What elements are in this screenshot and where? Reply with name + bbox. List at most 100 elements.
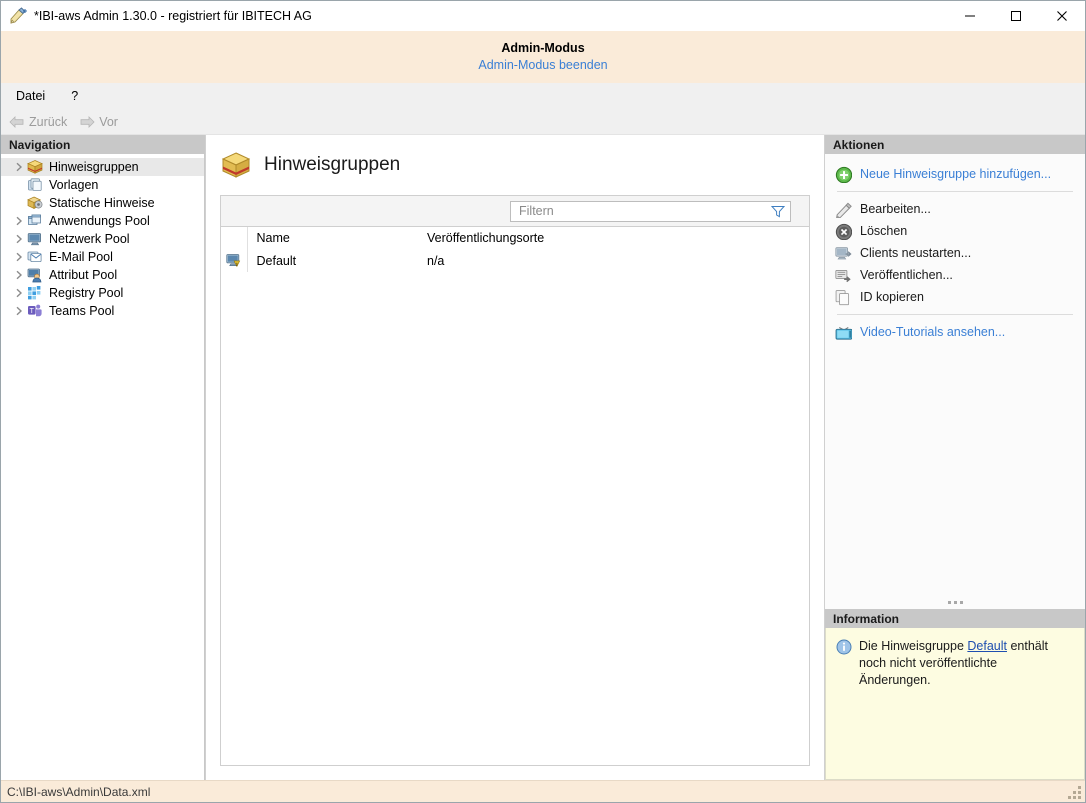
action-label: Bearbeiten... — [860, 202, 931, 216]
title-bar: *IBI-aws Admin 1.30.0 - registriert für … — [1, 1, 1085, 31]
row-name: Default — [247, 249, 419, 272]
panel-splitter[interactable] — [825, 595, 1085, 609]
navigation-tree: Hinweisgruppen Vorlagen Statische Hinwei… — [1, 154, 205, 780]
table-container: Name Veröffentlichungsorte Defaultn/a — [220, 195, 810, 766]
sidebar-item-label: Statische Hinweise — [49, 196, 155, 210]
close-button[interactable] — [1039, 1, 1085, 31]
action-ver-ffentlichen[interactable]: Veröffentlichen... — [835, 264, 1075, 286]
sidebar-item-label: Anwendungs Pool — [49, 214, 150, 228]
back-button-label: Zurück — [29, 115, 67, 129]
table-body: Defaultn/a — [221, 249, 809, 272]
funnel-icon[interactable] — [771, 205, 785, 218]
right-panel: Aktionen Neue Hinweisgruppe hinzufügen..… — [825, 135, 1085, 780]
sidebar-item-label: Registry Pool — [49, 286, 123, 300]
row-icon-cell — [221, 249, 247, 272]
action-neue-hinweisgruppe-hinzuf-gen[interactable]: Neue Hinweisgruppe hinzufügen... — [835, 163, 1075, 185]
sidebar-item-anwendungs-pool[interactable]: Anwendungs Pool — [1, 212, 204, 230]
filter-bar — [221, 196, 809, 227]
information-text: Die Hinweisgruppe Default enthält noch n… — [859, 638, 1072, 689]
action-id-kopieren[interactable]: ID kopieren — [835, 286, 1075, 308]
sidebar-item-netzwerk-pool[interactable]: Netzwerk Pool — [1, 230, 204, 248]
actions-separator — [837, 314, 1073, 315]
chevron-right-icon[interactable] — [11, 252, 27, 262]
svg-text:T: T — [30, 308, 35, 315]
chevron-right-icon[interactable] — [11, 306, 27, 316]
action-bearbeiten[interactable]: Bearbeiten... — [835, 198, 1075, 220]
action-label: Clients neustarten... — [860, 246, 971, 260]
action-l-schen[interactable]: Löschen — [835, 220, 1075, 242]
copy-icon — [835, 289, 852, 306]
chevron-right-icon[interactable] — [11, 234, 27, 244]
status-path: C:\IBI-aws\Admin\Data.xml — [7, 785, 150, 799]
sidebar-item-label: Teams Pool — [49, 304, 114, 318]
page-header: Hinweisgruppen — [206, 135, 824, 195]
forward-button[interactable]: Vor — [79, 115, 118, 129]
sidebar-item-label: Hinweisgruppen — [49, 160, 139, 174]
sidebar-item-e-mail-pool[interactable]: E-Mail Pool — [1, 248, 204, 266]
package-gear-icon — [27, 195, 44, 211]
table-head: Name Veröffentlichungsorte — [221, 227, 809, 249]
sidebar-item-label: Attribut Pool — [49, 268, 117, 282]
menu-item-help[interactable]: ? — [68, 87, 81, 105]
monitor-icon — [27, 231, 44, 247]
hinweisgruppen-table: Name Veröffentlichungsorte Defaultn/a — [221, 227, 809, 272]
navigation-header: Navigation — [1, 135, 205, 154]
sidebar-item-teams-pool[interactable]: T Teams Pool — [1, 302, 204, 320]
chevron-right-icon[interactable] — [11, 162, 27, 172]
actions-separator — [837, 191, 1073, 192]
user-monitor-icon — [27, 267, 44, 283]
page-title: Hinweisgruppen — [264, 154, 400, 176]
envelope-icon — [27, 249, 44, 265]
back-button[interactable]: Zurück — [9, 115, 67, 129]
action-label: Neue Hinweisgruppe hinzufügen... — [860, 167, 1051, 181]
minimize-button[interactable] — [947, 1, 993, 31]
restart-clients-icon — [835, 245, 852, 262]
action-clients-neustarten[interactable]: Clients neustarten... — [835, 242, 1075, 264]
filter-input[interactable] — [519, 204, 771, 218]
sidebar-item-vorlagen[interactable]: Vorlagen — [1, 176, 204, 194]
app-window: *IBI-aws Admin 1.30.0 - registriert für … — [0, 0, 1086, 803]
sidebar-item-attribut-pool[interactable]: Attribut Pool — [1, 266, 204, 284]
resize-grip[interactable] — [1067, 787, 1081, 799]
windows-icon — [27, 213, 44, 229]
teams-icon: T — [27, 303, 44, 319]
information-default-link[interactable]: Default — [967, 639, 1007, 653]
grid-blocks-icon — [27, 285, 44, 301]
action-label: Veröffentlichen... — [860, 268, 953, 282]
chevron-right-icon[interactable] — [11, 216, 27, 226]
column-header-places[interactable]: Veröffentlichungsorte — [419, 227, 809, 249]
main-body: Navigation Hinweisgruppen Vorlagen Stati… — [1, 135, 1085, 780]
monitor-warning-icon — [226, 253, 242, 268]
pencil-sparkle-icon — [8, 6, 28, 26]
table-header-row: Name Veröffentlichungsorte — [221, 227, 809, 249]
action-video-tutorials-ansehen[interactable]: Video-Tutorials ansehen... — [835, 321, 1075, 343]
sidebar-item-registry-pool[interactable]: Registry Pool — [1, 284, 204, 302]
column-header-icon — [221, 227, 247, 249]
menu-item-datei[interactable]: Datei — [13, 87, 48, 105]
information-text-before: Die Hinweisgruppe — [859, 639, 967, 653]
sidebar-item-label: E-Mail Pool — [49, 250, 113, 264]
sidebar-item-statische-hinweise[interactable]: Statische Hinweise — [1, 194, 204, 212]
package-icon — [220, 149, 252, 181]
sidebar-item-hinweisgruppen[interactable]: Hinweisgruppen — [1, 158, 204, 176]
plus-circle-green-icon — [835, 166, 852, 183]
table-row[interactable]: Defaultn/a — [221, 249, 809, 272]
filter-box[interactable] — [510, 201, 791, 222]
window-title: *IBI-aws Admin 1.30.0 - registriert für … — [34, 9, 312, 23]
pencil-icon — [835, 201, 852, 218]
menu-bar: Datei ? — [1, 83, 1085, 109]
exit-admin-mode-link[interactable]: Admin-Modus beenden — [478, 58, 607, 72]
status-bar: C:\IBI-aws\Admin\Data.xml — [1, 780, 1085, 802]
chevron-right-icon[interactable] — [11, 270, 27, 280]
arrow-right-icon — [79, 116, 95, 128]
chevron-right-icon[interactable] — [11, 288, 27, 298]
actions-header: Aktionen — [825, 135, 1085, 154]
navigation-sidebar: Navigation Hinweisgruppen Vorlagen Stati… — [1, 135, 206, 780]
content-area: Hinweisgruppen — [206, 135, 825, 780]
navigation-toolbar: Zurück Vor — [1, 109, 1085, 135]
actions-list: Neue Hinweisgruppe hinzufügen... Bearbei… — [825, 154, 1085, 595]
maximize-button[interactable] — [993, 1, 1039, 31]
column-header-name[interactable]: Name — [247, 227, 419, 249]
admin-mode-title: Admin-Modus — [501, 41, 584, 55]
admin-mode-banner: Admin-Modus Admin-Modus beenden — [1, 31, 1085, 83]
